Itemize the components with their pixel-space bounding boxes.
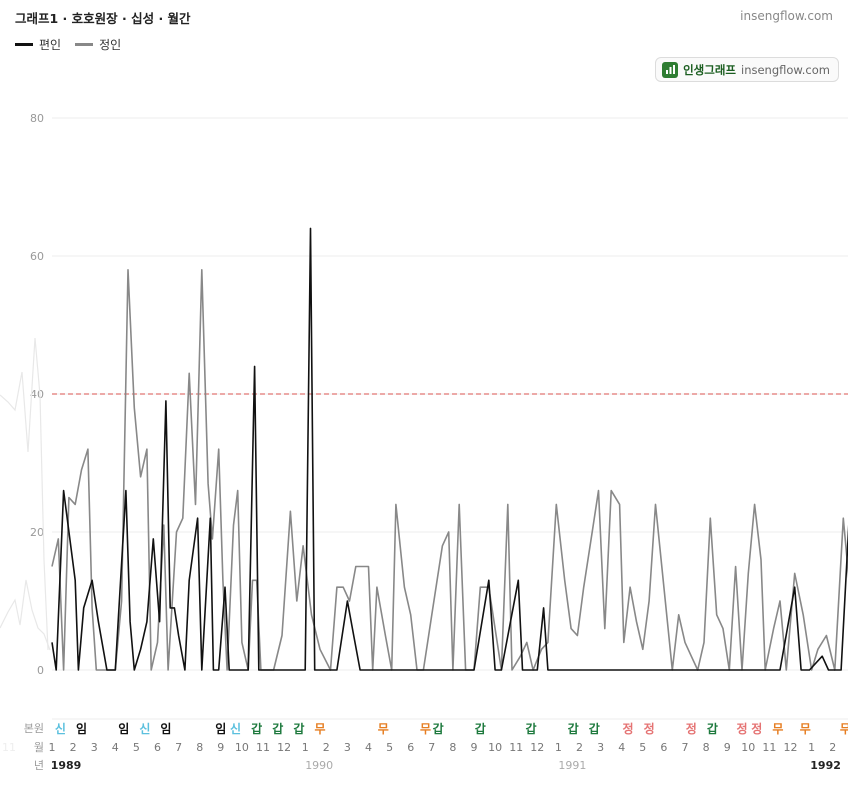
faded-series-fragment bbox=[0, 337, 49, 651]
x-tick-month: 6 bbox=[407, 741, 414, 754]
x-tick-month: 2 bbox=[576, 741, 583, 754]
x-tick-month: 6 bbox=[660, 741, 667, 754]
x-tick-month: 10 bbox=[488, 741, 502, 754]
bonwon-label: 갑 bbox=[272, 722, 283, 736]
x-tick-month: 12 bbox=[277, 741, 291, 754]
x-tick-month: 1 bbox=[49, 741, 56, 754]
x-tick-month: 4 bbox=[112, 741, 119, 754]
bonwon-label: 무 bbox=[772, 722, 783, 736]
bonwon-label: 임 bbox=[160, 722, 171, 736]
bonwon-label: 정 bbox=[736, 721, 747, 736]
x-tick-month: 2 bbox=[70, 741, 77, 754]
x-tick-month: 10 bbox=[235, 741, 249, 754]
x-tick-month: 3 bbox=[91, 741, 98, 754]
bonwon-label: 무 bbox=[800, 722, 811, 736]
x-tick-month: 2 bbox=[323, 741, 330, 754]
bonwon-label: 신 bbox=[139, 721, 150, 736]
row-label-bonwon: 본원 bbox=[24, 722, 44, 735]
x-tick-month: 9 bbox=[471, 741, 478, 754]
x-tick-month: 6 bbox=[154, 741, 161, 754]
y-tick-label: 20 bbox=[30, 526, 44, 539]
x-tick-month: 3 bbox=[344, 741, 351, 754]
series-line-jeongin[interactable] bbox=[51, 269, 848, 671]
x-tick-month: 10 bbox=[741, 741, 755, 754]
x-tick-month: 8 bbox=[703, 741, 710, 754]
x-tick-month: 8 bbox=[449, 741, 456, 754]
x-tick-month: 3 bbox=[597, 741, 604, 754]
x-tick-month: 11 bbox=[256, 741, 270, 754]
x-tick-month: 4 bbox=[618, 741, 625, 754]
x-tick-month: 8 bbox=[196, 741, 203, 754]
bonwon-label: 갑 bbox=[251, 722, 262, 736]
x-tick-month: 11 bbox=[762, 741, 776, 754]
x-tick-month: 5 bbox=[133, 741, 140, 754]
row-label-month: 월 bbox=[34, 741, 44, 754]
y-tick-label: 0 bbox=[37, 664, 44, 677]
faded-series-fragment bbox=[0, 579, 51, 651]
x-tick-month: 2 bbox=[829, 741, 836, 754]
x-tick-year: 1990 bbox=[305, 759, 333, 772]
bonwon-label: 갑 bbox=[525, 722, 536, 736]
bonwon-label: 정 bbox=[686, 721, 697, 736]
x-tick-month: 4 bbox=[365, 741, 372, 754]
bonwon-label: 무 bbox=[314, 722, 325, 736]
x-tick-year: 1991 bbox=[558, 759, 586, 772]
bonwon-label: 임 bbox=[215, 722, 226, 736]
x-tick-month: 7 bbox=[175, 741, 182, 754]
bonwon-label: 무 bbox=[378, 722, 389, 736]
x-tick-month: 7 bbox=[428, 741, 435, 754]
x-tick-month: 11 bbox=[509, 741, 523, 754]
row-label-hidden: 11 bbox=[2, 741, 16, 754]
x-tick-year: 1992 bbox=[810, 759, 841, 772]
y-tick-label: 60 bbox=[30, 250, 44, 263]
bonwon-label: 정 bbox=[623, 721, 634, 736]
x-tick-month: 5 bbox=[386, 741, 393, 754]
x-tick-month: 12 bbox=[784, 741, 798, 754]
bonwon-label: 갑 bbox=[707, 722, 718, 736]
x-tick-month: 1 bbox=[302, 741, 309, 754]
x-tick-month: 1 bbox=[808, 741, 815, 754]
x-tick-month: 1 bbox=[555, 741, 562, 754]
bonwon-label: 임 bbox=[76, 722, 87, 736]
bonwon-label: 갑 bbox=[433, 722, 444, 736]
bonwon-label: 임 bbox=[118, 722, 129, 736]
x-tick-month: 7 bbox=[682, 741, 689, 754]
bonwon-label: 무 bbox=[840, 722, 848, 736]
x-tick-month: 9 bbox=[724, 741, 731, 754]
x-tick-month: 9 bbox=[217, 741, 224, 754]
bonwon-label: 무 bbox=[420, 722, 431, 736]
bonwon-label: 갑 bbox=[589, 722, 600, 736]
x-tick-month: 12 bbox=[530, 741, 544, 754]
bonwon-label: 갑 bbox=[568, 722, 579, 736]
bonwon-label: 정 bbox=[644, 721, 655, 736]
bonwon-label: 신 bbox=[55, 721, 66, 736]
x-tick-month: 5 bbox=[639, 741, 646, 754]
row-label-year: 년 bbox=[34, 759, 44, 772]
line-chart: 020406080본원11 월년1 2 3 4 5 6 7 8 9 10 11 12 1 2 3 4 5 6 7 8 9 1… bbox=[0, 112, 848, 772]
bonwon-label: 갑 bbox=[293, 722, 304, 736]
bonwon-label: 갑 bbox=[475, 722, 486, 736]
x-tick-year: 1989 bbox=[51, 759, 82, 772]
bonwon-label: 신 bbox=[230, 721, 241, 736]
y-tick-label: 80 bbox=[30, 112, 44, 125]
bonwon-label: 정 bbox=[751, 721, 762, 736]
